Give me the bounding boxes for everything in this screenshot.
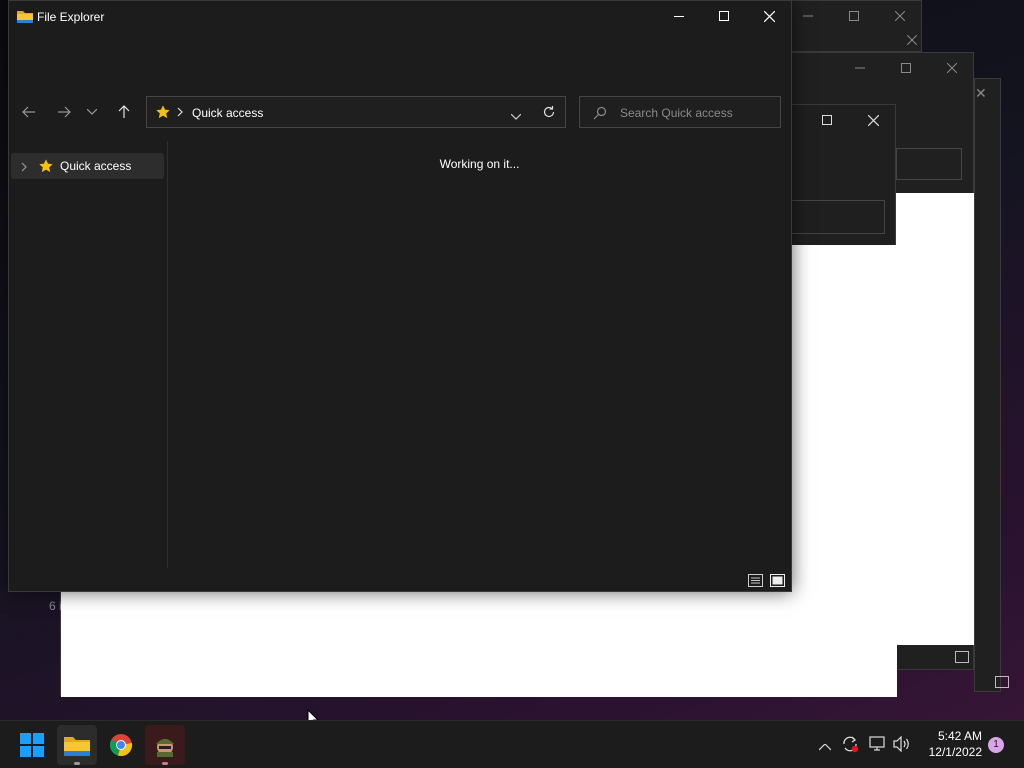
refresh-icon [543,106,555,118]
details-view-icon [748,574,763,587]
content-area[interactable]: Working on it... [168,141,791,568]
back-arrow-icon [22,106,35,118]
network-button[interactable] [869,736,887,755]
speaker-icon [893,735,909,753]
title-bar[interactable]: File Explorer [9,1,791,31]
search-icon [593,106,607,123]
window-title: File Explorer [37,10,105,24]
chevron-up-icon [818,743,832,751]
maximize-icon[interactable] [831,1,877,31]
close-icon[interactable] [850,105,896,135]
up-arrow-icon [118,105,130,118]
maximize-button[interactable] [701,1,747,31]
running-indicator [162,762,168,765]
large-icons-view-icon [770,574,785,587]
network-icon [869,736,885,751]
notification-badge[interactable]: 1 [988,737,1004,753]
loading-status: Working on it... [439,157,520,171]
content-pane [895,193,974,645]
minimize-button[interactable] [656,1,702,31]
close-icon[interactable]: ✕ [975,85,989,101]
taskbar[interactable]: 5:42 AM 12/1/2022 1 [0,720,1024,768]
chrome-icon [110,734,133,757]
windows-start-icon [20,733,44,757]
close-icon[interactable] [929,53,975,83]
sync-icon [843,736,859,753]
chevron-down-icon [510,113,522,120]
expand-chevron-icon[interactable] [21,161,27,175]
chevron-down-icon [87,109,97,115]
navigation-pane[interactable]: Quick access [9,141,168,568]
recent-locations-button[interactable] [82,99,102,125]
breadcrumb-chevron-icon [177,106,183,120]
clock-date: 12/1/2022 [928,745,982,759]
sync-status-button[interactable] [841,735,859,756]
taskbar-file-explorer[interactable] [57,725,97,765]
show-hidden-icons-button[interactable] [818,740,832,754]
refresh-button[interactable] [542,105,556,122]
volume-button[interactable] [893,735,911,755]
details-view-icon[interactable] [955,651,969,663]
nav-item-label: Quick access [60,159,132,173]
file-explorer-icon [64,737,90,756]
close-icon [763,10,775,22]
maximize-icon[interactable] [883,53,929,83]
start-button[interactable] [12,725,52,765]
forward-button[interactable] [51,99,77,125]
search-box[interactable] [791,200,885,234]
up-button[interactable] [111,99,137,125]
close-icon[interactable] [901,27,923,53]
back-button[interactable] [16,99,42,125]
details-view-button[interactable] [748,574,763,590]
running-indicator [74,762,80,765]
address-bar[interactable]: Quick access [146,96,566,128]
notification-count: 1 [993,739,999,750]
clock-time: 5:42 AM [937,729,982,743]
nav-item-quick-access[interactable]: Quick access [11,153,164,179]
breadcrumb-location[interactable]: Quick access [192,106,263,120]
large-icons-view-button[interactable] [770,574,785,590]
background-window-3[interactable]: ✕ [974,78,1009,692]
status-bar-text: 6 i [49,599,62,613]
star-icon [155,104,171,123]
search-box[interactable] [896,148,962,180]
forward-arrow-icon [58,106,71,118]
maximize-icon[interactable] [804,105,850,135]
soldier-app-icon [156,739,174,757]
minimize-icon[interactable] [837,53,883,83]
taskbar-soldier-app[interactable] [145,725,185,765]
file-explorer-window[interactable]: File Explorer Quick access Search Quick … [8,0,792,592]
clock-button[interactable]: 5:42 AM 12/1/2022 [920,728,982,760]
star-icon [38,158,54,177]
taskbar-chrome[interactable] [101,725,141,765]
address-history-dropdown[interactable] [510,109,522,123]
search-box[interactable]: Search Quick access [579,96,781,128]
close-button[interactable] [746,1,792,31]
folder-icon [17,9,33,26]
minimize-icon [674,16,684,17]
large-icons-view-icon[interactable] [995,676,1009,688]
search-placeholder: Search Quick access [620,106,733,120]
maximize-icon [719,11,729,21]
